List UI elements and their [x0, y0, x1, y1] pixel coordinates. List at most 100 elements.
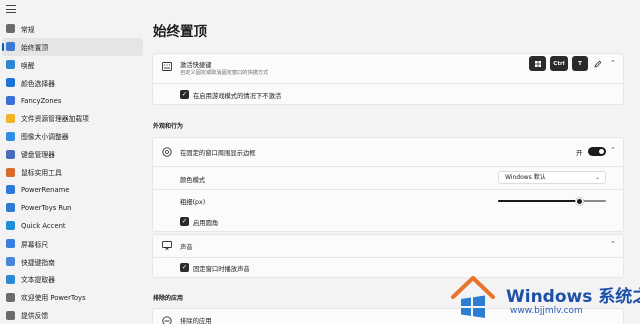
sidebar-item-label: 文本提取器 [21, 276, 55, 285]
sidebar: 常规始终置顶唤醒颜色选择器 FancyZones 文件资源管理器加载项 图像大小调整器… [0, 0, 143, 324]
game-mode-checkbox[interactable]: ✓ [180, 90, 189, 99]
watermark-url: www.bjjmlv.com [510, 306, 583, 316]
sidebar-item-label: 鼠标实用工具 [21, 169, 62, 178]
windows-house-logo-icon [451, 276, 495, 318]
pin-icon [6, 42, 15, 52]
border-settings-icon [162, 147, 172, 157]
gear-icon [6, 24, 15, 34]
text-extractor-icon [6, 274, 15, 284]
color-mode-value: Windows 默认 [505, 174, 546, 181]
sidebar-item-label: PowerRename [21, 185, 70, 194]
game-mode-label: 在启用游戏模式的情况下不激活 [193, 93, 282, 100]
shortcut-guide-icon [6, 257, 15, 267]
sidebar-item[interactable]: 屏幕标尺 [2, 235, 143, 253]
play-sound-label: 固定窗口时播放声音 [193, 266, 250, 273]
sidebar-item[interactable]: Quick Accent [2, 217, 143, 235]
chevron-up-icon[interactable]: ⌃ [610, 59, 616, 67]
key-windows[interactable] [529, 56, 546, 71]
activation-shortcut-row: 激活快捷键 自定义固定或取消固定窗口的快捷方式 Ctrl T ⌃ [153, 54, 623, 83]
sidebar-item-label: Quick Accent [21, 221, 66, 230]
rounded-corners-checkbox[interactable]: ✓ [180, 217, 189, 226]
fancyzones-icon [6, 96, 15, 105]
powertoys-run-icon [6, 203, 15, 213]
sidebar-item[interactable]: 键盘管理器 [2, 145, 143, 163]
play-sound-checkbox[interactable]: ✓ [180, 263, 189, 272]
color-picker-icon [6, 78, 15, 88]
border-toggle-switch[interactable] [588, 147, 606, 156]
thickness-slider-thumb[interactable] [575, 197, 583, 205]
sidebar-item[interactable]: 文本提取器 [2, 270, 143, 288]
sidebar-item-label: 唤醒 [21, 61, 35, 70]
color-mode-label: 颜色模式 [180, 177, 206, 184]
sidebar-item[interactable]: 提供反馈 [2, 306, 143, 324]
coffee-icon [6, 60, 15, 70]
sound-title: 声音 [180, 244, 193, 251]
thickness-label: 粗细(px) [180, 199, 206, 206]
sidebar-item[interactable]: 颜色选择器 [2, 74, 143, 92]
sidebar-item-label: 键盘管理器 [21, 151, 55, 160]
activation-card: 激活快捷键 自定义固定或取消固定窗口的快捷方式 Ctrl T ⌃ ✓ 在启用游戏… [152, 53, 624, 105]
feedback-icon [6, 310, 15, 320]
powertoys-icon [6, 292, 15, 302]
thickness-row: 粗细(px) [153, 190, 623, 212]
sidebar-item-label: 颜色选择器 [21, 79, 55, 88]
quick-accent-icon [6, 221, 15, 231]
activation-shortcut-description: 自定义固定或取消固定窗口的快捷方式 [180, 70, 269, 76]
excluded-apps-title: 排除的应用 [180, 318, 212, 324]
sidebar-item[interactable]: 图像大小调整器 [2, 127, 143, 145]
sidebar-item[interactable]: 始终置顶 [2, 37, 143, 56]
key-t[interactable]: T [572, 56, 588, 71]
sidebar-item-label: 欢迎使用 PowerToys [21, 294, 86, 303]
sidebar-item-label: 文件资源管理器加载项 [21, 115, 89, 124]
key-ctrl[interactable]: Ctrl [550, 56, 568, 71]
sidebar-item-label: FancyZones [21, 96, 62, 105]
file-explorer-icon [6, 113, 15, 123]
sidebar-item[interactable]: FancyZones [2, 92, 143, 110]
sidebar-item-label: 图像大小调整器 [21, 133, 69, 142]
sidebar-nav: 常规始终置顶唤醒颜色选择器 FancyZones 文件资源管理器加载项 图像大小调整器… [2, 20, 143, 324]
sidebar-item-label: PowerToys Run [21, 203, 72, 212]
sidebar-item[interactable]: 常规 [2, 20, 143, 38]
watermark-brand: Windows 系统之家 [506, 282, 640, 307]
sidebar-item[interactable]: 快捷键指南 [2, 253, 143, 271]
appearance-section-label: 外观和行为 [153, 123, 184, 130]
windows-key-icon [534, 60, 541, 67]
sidebar-item[interactable]: 鼠标实用工具 [2, 163, 143, 181]
sidebar-item-label: 提供反馈 [21, 312, 49, 321]
color-mode-dropdown[interactable]: Windows 默认 ⌄ [498, 171, 606, 184]
sidebar-item[interactable]: 文件资源管理器加载项 [2, 109, 143, 127]
excluded-apps-icon [162, 316, 172, 324]
rounded-corners-row: ✓ 启用圆角 [153, 212, 623, 232]
sidebar-item-label: 常规 [21, 25, 35, 34]
chevron-up-icon[interactable]: ⌃ [610, 146, 616, 154]
sidebar-item[interactable]: 唤醒 [2, 56, 143, 74]
chevron-down-icon: ⌄ [594, 174, 600, 181]
keyboard-icon [6, 149, 15, 159]
border-toggle-row: 在固定的窗口周围显示边框 开 ⌃ [153, 138, 623, 166]
rounded-corners-label: 启用圆角 [193, 220, 219, 227]
chevron-up-icon[interactable]: ⌃ [610, 240, 616, 248]
border-card: 在固定的窗口周围显示边框 开 ⌃ 颜色模式 Windows 默认 ⌄ 粗细(px… [152, 137, 624, 232]
powerrename-icon [6, 185, 15, 195]
excluded-apps-section-label: 排除的应用 [153, 295, 184, 302]
ruler-icon [6, 239, 15, 249]
watermark-brand-en: Windows [506, 287, 593, 307]
sidebar-item-label: 屏幕标尺 [21, 240, 49, 249]
sidebar-item[interactable]: PowerRename [2, 181, 143, 199]
border-toggle-title: 在固定的窗口周围显示边框 [180, 150, 256, 157]
sidebar-item[interactable]: 欢迎使用 PowerToys [2, 288, 143, 306]
sidebar-item-label: 快捷键指南 [21, 258, 55, 267]
game-mode-row: ✓ 在启用游戏模式的情况下不激活 [153, 84, 623, 105]
sound-row: 声音 ⌃ [153, 235, 623, 257]
color-mode-row: 颜色模式 Windows 默认 ⌄ [153, 167, 623, 189]
sidebar-item[interactable]: PowerToys Run [2, 199, 143, 217]
keyboard-icon [162, 62, 172, 71]
sound-icon [162, 241, 172, 250]
hamburger-menu-icon[interactable] [6, 5, 16, 13]
page-title: 始终置顶 [153, 24, 207, 40]
watermark-brand-cn: 系统之家 [598, 287, 640, 307]
mouse-icon [6, 167, 15, 177]
activation-shortcut-title: 激活快捷键 [180, 62, 212, 69]
toggle-state-label: 开 [576, 150, 583, 157]
edit-pencil-icon[interactable] [594, 60, 602, 68]
